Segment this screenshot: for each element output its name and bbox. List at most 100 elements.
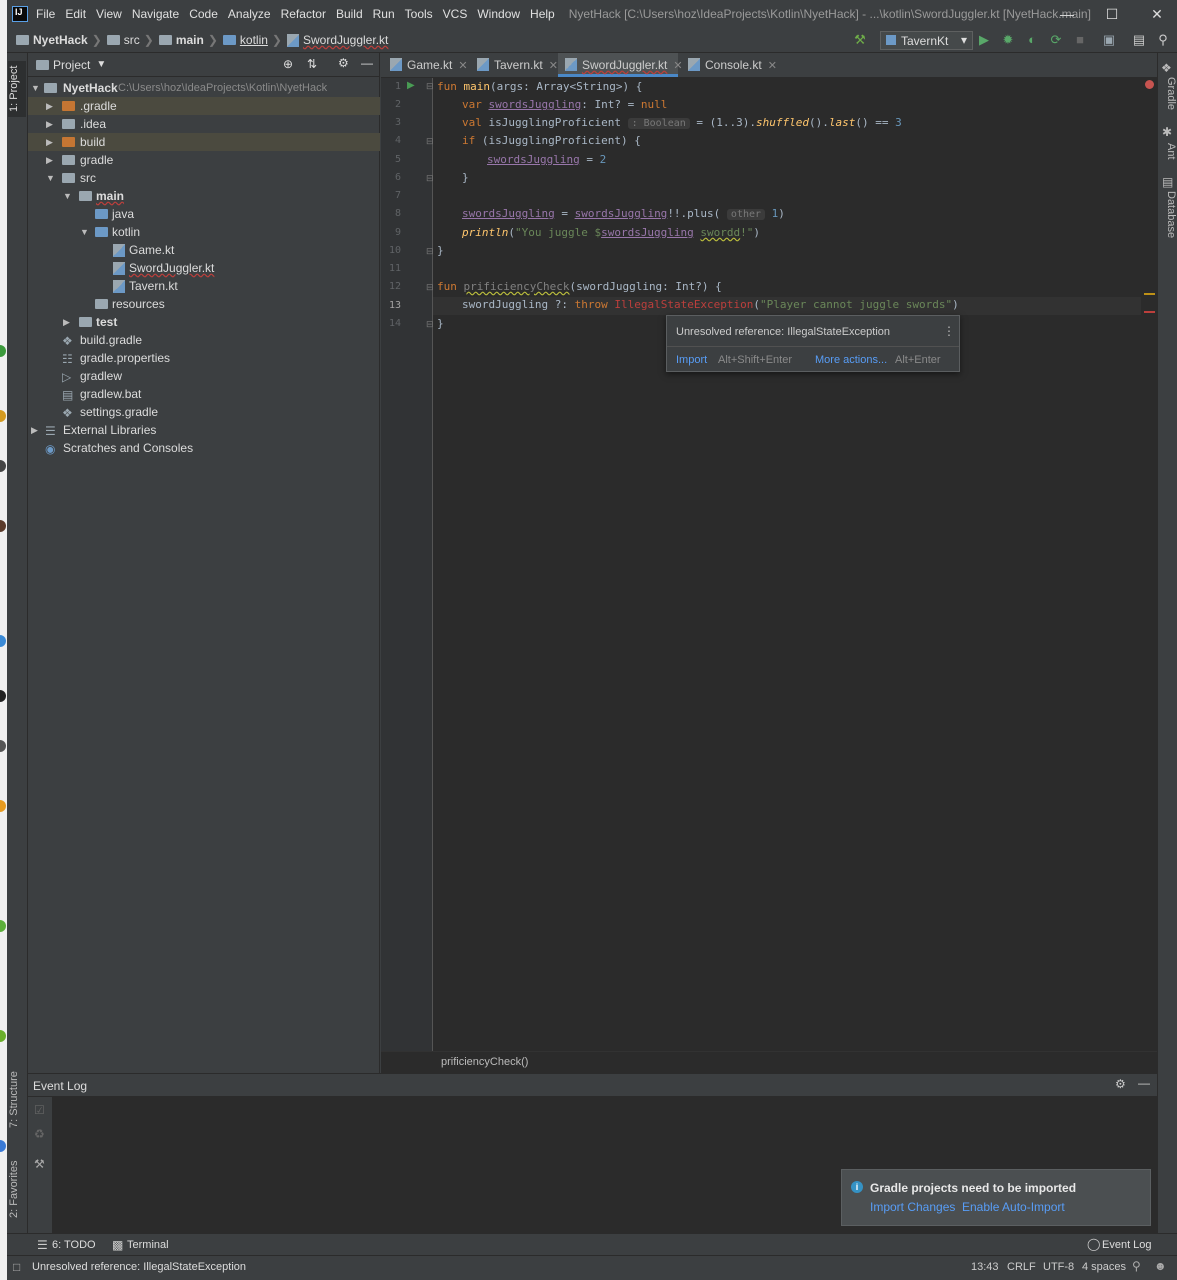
inspector-icon[interactable]: ☻	[1154, 1259, 1167, 1273]
menu-help[interactable]: Help	[530, 7, 555, 21]
close-tab-icon[interactable]: ✕	[768, 60, 777, 72]
warning-marker[interactable]	[1144, 293, 1155, 295]
menu-tools[interactable]: Tools	[405, 7, 433, 21]
breadcrumb-nyethack[interactable]: NyetHack ❯	[16, 33, 107, 47]
terminal-tool-tab[interactable]: Terminal	[127, 1239, 169, 1251]
project-structure-icon[interactable]: ▣	[1102, 33, 1116, 47]
build-hammer-icon[interactable]: ⚒	[853, 33, 867, 47]
tree-item-gradlew[interactable]: ▷ gradlew	[28, 367, 380, 385]
tree-item-swordjuggler-kt[interactable]: SwordJuggler.kt	[28, 259, 380, 277]
trash-icon[interactable]: ♻	[34, 1127, 45, 1141]
tree-item-resources[interactable]: resources	[28, 295, 380, 313]
gear-icon[interactable]: ⚙	[338, 56, 349, 70]
more-vertical-icon[interactable]: ⋮	[943, 324, 955, 338]
menu-edit[interactable]: Edit	[65, 7, 86, 21]
mark-read-icon[interactable]: ☑	[34, 1103, 45, 1117]
close-button[interactable]: ✕	[1147, 6, 1167, 23]
enable-auto-import-link[interactable]: Enable Auto-Import	[962, 1200, 1065, 1214]
debug-icon[interactable]: ✹	[1001, 33, 1015, 47]
menu-analyze[interactable]: Analyze	[228, 7, 271, 21]
function-breadcrumb[interactable]: prificiencyCheck()	[441, 1056, 528, 1068]
tree-item-build[interactable]: ▶ build	[28, 133, 380, 151]
run-icon[interactable]: ▶	[977, 33, 991, 47]
tree-item-gradle-properties[interactable]: ☷ gradle.properties	[28, 349, 380, 367]
lock-icon[interactable]: ⚲	[1132, 1259, 1141, 1273]
fold-marker-icon[interactable]: ⊟	[426, 246, 434, 257]
file-encoding[interactable]: UTF-8	[1043, 1261, 1074, 1273]
import-changes-link[interactable]: Import Changes	[870, 1200, 955, 1214]
profile-icon[interactable]: ⟳	[1049, 33, 1063, 47]
error-indicator-icon[interactable]	[1145, 80, 1154, 89]
hide-icon[interactable]: —	[361, 56, 373, 70]
close-tab-icon[interactable]: ✕	[458, 60, 467, 72]
tab-console-kt[interactable]: Console.kt ✕	[681, 53, 777, 77]
code-editor[interactable]: 1 2 3 4 5 6 7 8 9 10 11 12 13 14 ▶ ⊟ ⊟ ⊟…	[381, 78, 1157, 1051]
hide-icon[interactable]: —	[1138, 1076, 1150, 1090]
tree-item-kotlin[interactable]: ▼ kotlin	[28, 223, 380, 241]
breadcrumb-kotlin[interactable]: kotlin ❯	[222, 33, 287, 47]
project-view-select[interactable]: Project	[53, 58, 90, 72]
structure-tool-tab[interactable]: 7: Structure	[8, 1066, 26, 1134]
tree-item-gradlew-bat[interactable]: ▤ gradlew.bat	[28, 385, 380, 403]
tree-item-tavern-kt[interactable]: Tavern.kt	[28, 277, 380, 295]
run-configuration-select[interactable]: TavernKt ▾	[880, 31, 973, 50]
tab-swordjuggler-kt[interactable]: SwordJuggler.kt ✕	[558, 53, 683, 77]
gear-icon[interactable]: ⚙	[1115, 1077, 1126, 1091]
stop-icon[interactable]: ■	[1073, 33, 1087, 47]
tree-item-build-gradle[interactable]: ❖ build.gradle	[28, 331, 380, 349]
tree-item-game-kt[interactable]: Game.kt	[28, 241, 380, 259]
ant-tool-tab[interactable]: Ant	[1159, 141, 1177, 161]
project-tool-tab[interactable]: 1: Project	[8, 61, 26, 117]
menu-vcs[interactable]: VCS	[443, 7, 468, 21]
fold-marker-icon[interactable]: ⊟	[426, 173, 434, 184]
minimize-button[interactable]: —	[1057, 6, 1077, 22]
event-log-tool-tab[interactable]: Event Log	[1102, 1239, 1152, 1251]
fold-marker-icon[interactable]: ⊟	[426, 282, 434, 293]
tree-item-gradle-dir[interactable]: ▶ .gradle	[28, 97, 380, 115]
presentation-icon[interactable]: ▤	[1132, 33, 1146, 47]
tab-game-kt[interactable]: Game.kt ✕	[383, 53, 469, 77]
tree-item-settings-gradle[interactable]: ❖ settings.gradle	[28, 403, 380, 421]
locate-icon[interactable]: ⊕	[283, 57, 293, 71]
chevron-down-icon[interactable]: ▼	[96, 59, 106, 70]
tree-item-src[interactable]: ▼ src	[28, 169, 380, 187]
breadcrumb-src[interactable]: src ❯	[106, 33, 159, 47]
tree-item-scratches[interactable]: ◉ Scratches and Consoles	[28, 439, 380, 457]
todo-tool-tab[interactable]: 6: TODO	[52, 1239, 96, 1251]
menu-code[interactable]: Code	[189, 7, 218, 21]
gradle-tool-tab[interactable]: Gradle	[1159, 77, 1177, 111]
fold-marker-icon[interactable]: ⊟	[426, 319, 434, 330]
coverage-icon[interactable]: ◐	[1025, 33, 1039, 47]
error-marker[interactable]	[1144, 311, 1155, 313]
search-icon[interactable]: ⚲	[1156, 33, 1170, 47]
close-tab-icon[interactable]: ✕	[549, 60, 558, 72]
more-actions-link[interactable]: More actions...	[815, 354, 887, 366]
menu-window[interactable]: Window	[477, 7, 520, 21]
maximize-button[interactable]: ☐	[1102, 6, 1122, 23]
tree-item-java[interactable]: java	[28, 205, 380, 223]
fold-marker-icon[interactable]: ⊟	[426, 81, 434, 92]
menu-navigate[interactable]: Navigate	[132, 7, 179, 21]
tree-item-test[interactable]: ▶ test	[28, 313, 380, 331]
caret-position[interactable]: 13:43	[971, 1261, 999, 1273]
settings-wrench-icon[interactable]: ⚒	[34, 1157, 45, 1171]
menu-view[interactable]: View	[96, 7, 122, 21]
line-separator[interactable]: CRLF	[1007, 1261, 1036, 1273]
menu-build[interactable]: Build	[336, 7, 363, 21]
indent-setting[interactable]: 4 spaces	[1082, 1261, 1126, 1273]
tool-windows-icon[interactable]: □	[13, 1260, 20, 1274]
tree-item-external-libraries[interactable]: ▶ ☰ External Libraries	[28, 421, 380, 439]
tree-item-main[interactable]: ▼ main	[28, 187, 380, 205]
run-gutter-icon[interactable]: ▶	[407, 80, 415, 91]
database-tool-tab[interactable]: Database	[1159, 191, 1177, 239]
breadcrumb-main[interactable]: main ❯	[158, 33, 223, 47]
error-stripe[interactable]	[1141, 78, 1157, 1051]
tab-tavern-kt[interactable]: Tavern.kt ✕	[470, 53, 558, 77]
breadcrumb-file[interactable]: SwordJuggler.kt	[286, 33, 388, 47]
menu-run[interactable]: Run	[373, 7, 395, 21]
menu-file[interactable]: File	[36, 7, 55, 21]
import-link[interactable]: Import	[676, 354, 707, 366]
favorites-tool-tab[interactable]: 2: Favorites	[8, 1155, 26, 1223]
collapse-all-icon[interactable]: ⇅	[307, 57, 317, 71]
tree-item-gradle[interactable]: ▶ gradle	[28, 151, 380, 169]
